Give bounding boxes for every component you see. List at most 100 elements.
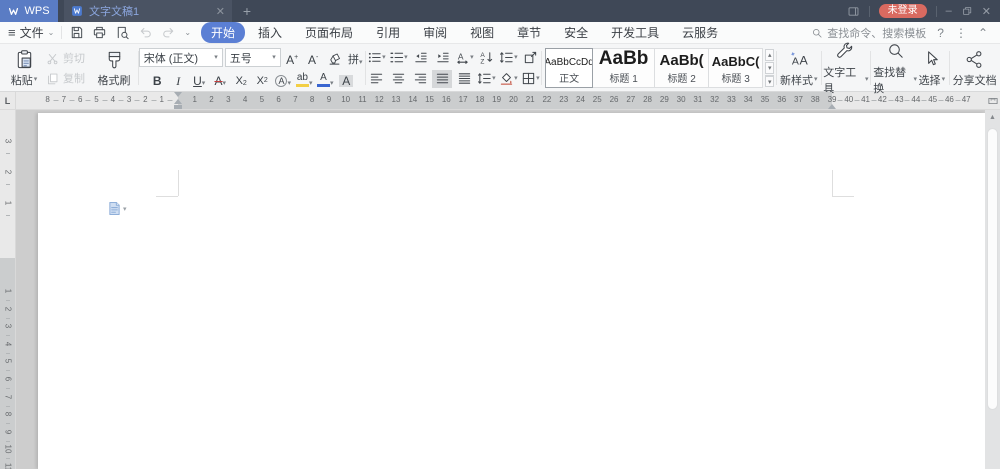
decrease-indent-button[interactable]	[410, 49, 430, 67]
find-replace-button[interactable]: 查找替换 ▾	[873, 43, 917, 95]
ribbon-tab-3[interactable]: 引用	[366, 22, 410, 43]
highlight-button[interactable]: ab ▾	[295, 70, 314, 88]
paste-button[interactable]: 粘贴 ▾	[4, 47, 44, 89]
left-indent-marker[interactable]	[174, 105, 182, 109]
select-button[interactable]: 选择 ▾	[917, 47, 947, 89]
close-button[interactable]: ✕	[982, 5, 991, 18]
vertical-scrollbar[interactable]: ▲	[985, 110, 1000, 469]
italic-button[interactable]: I	[169, 70, 188, 88]
gallery-down-icon[interactable]: ▾	[765, 62, 775, 74]
ruler-number: 5	[259, 95, 265, 104]
ribbon-tab-9[interactable]: 云服务	[672, 22, 728, 43]
align-center-button[interactable]	[388, 70, 408, 88]
wps-menu-button[interactable]: WPS	[0, 0, 58, 22]
ruler-number: 8	[309, 95, 315, 104]
style-cell-3[interactable]: AaBbC(标题 3	[709, 48, 764, 88]
find-replace-label: 查找替换	[873, 66, 907, 95]
sidebar-toggle-icon[interactable]	[847, 5, 860, 18]
titlebar: WPS 文字文稿1 ✕ + 未登录 – ✕	[0, 0, 1000, 22]
shading-button[interactable]: ▾	[498, 70, 518, 88]
bullet-list-button[interactable]: ▾	[366, 49, 386, 67]
ruler-number: 18	[475, 95, 485, 104]
tab-close-icon[interactable]: ✕	[216, 5, 225, 18]
document-tab[interactable]: 文字文稿1 ✕	[64, 0, 232, 22]
increase-font-button[interactable]: A+	[283, 49, 302, 67]
style-cell-2[interactable]: AaBb(标题 2	[655, 48, 710, 88]
paragraph-spacing-button[interactable]: ▾	[498, 49, 518, 67]
page-settings-widget[interactable]: ▾	[108, 201, 127, 216]
font-family-select[interactable]: 宋体 (正文) ▾	[138, 48, 223, 67]
ribbon-tab-7[interactable]: 安全	[554, 22, 598, 43]
new-tab-button[interactable]: +	[232, 0, 262, 22]
style-cell-1[interactable]: AaBb 标题 1	[593, 48, 656, 88]
command-search[interactable]: 查找命令、搜索模板	[811, 25, 926, 41]
scrollbar-thumb[interactable]	[987, 128, 998, 410]
maximize-button[interactable]	[961, 5, 973, 17]
font-size-select[interactable]: 五号 ▾	[224, 48, 281, 67]
undo-button[interactable]	[138, 25, 153, 40]
right-indent-marker[interactable]	[828, 104, 836, 109]
align-left-button[interactable]	[366, 70, 386, 88]
format-painter-icon	[104, 49, 125, 70]
sort-button[interactable]: AZ	[476, 49, 496, 67]
new-style-button[interactable]: AA 新样式 ▾	[779, 47, 819, 89]
share-document-button[interactable]: 分享文档	[951, 47, 998, 89]
ribbon-tab-0[interactable]: 开始	[201, 22, 246, 43]
document-page[interactable]: ▾	[38, 113, 985, 469]
print-preview-button[interactable]	[115, 25, 130, 40]
hanging-indent-marker[interactable]	[174, 99, 182, 104]
subscript-button[interactable]: X2	[253, 70, 272, 88]
horizontal-ruler[interactable]: 8 7 6 5 4 3 2 1 1 2 3 4 5 6 7 8 9 10 11 12 13 14 15 16 17 18 19 20 2…	[16, 92, 985, 110]
cut-button[interactable]: 剪切	[46, 50, 92, 66]
clear-format-button[interactable]	[325, 49, 344, 67]
ribbon-tab-2[interactable]: 页面布局	[295, 22, 363, 43]
ribbon-tab-6[interactable]: 章节	[507, 22, 551, 43]
tab-stop-selector[interactable]: L	[0, 92, 16, 110]
strikethrough-button[interactable]: A ▾	[211, 70, 230, 88]
char-shading-button[interactable]: A	[337, 70, 356, 88]
login-status-badge[interactable]: 未登录	[878, 4, 927, 18]
more-options-icon[interactable]: ⋮	[955, 26, 967, 40]
file-menu-button[interactable]: ≡ 文件 ⌄	[8, 24, 54, 41]
style-cell-0[interactable]: AaBbCcDd 正文	[545, 48, 594, 88]
bold-button[interactable]: B	[148, 70, 167, 88]
ribbon-tab-5[interactable]: 视图	[460, 22, 504, 43]
numbered-list-button[interactable]: ▾	[388, 49, 408, 67]
decrease-font-button[interactable]: A-	[304, 49, 323, 67]
clipboard-group: 粘贴 ▾ 剪切 复制 格式刷	[4, 47, 136, 89]
gallery-more-icon[interactable]: ▾	[765, 75, 775, 87]
gallery-up-icon[interactable]: ▴	[765, 49, 775, 61]
vertical-ruler[interactable]: 3 2 1 1 2 3 4 5 6 7 8 9 10 11	[0, 110, 16, 469]
redo-button[interactable]	[161, 25, 176, 40]
ribbon-tab-8[interactable]: 开发工具	[601, 22, 669, 43]
collapse-ribbon-icon[interactable]: ⌃	[978, 26, 988, 40]
format-painter-button[interactable]: 格式刷	[92, 47, 136, 89]
superscript-button[interactable]: X2	[232, 70, 251, 88]
paragraph-layout-button[interactable]	[520, 49, 540, 67]
ruler-toggle-button[interactable]	[985, 92, 1000, 110]
text-tool-button[interactable]: 文字工具 ▾	[823, 42, 868, 95]
justify-button[interactable]	[432, 69, 453, 88]
asian-layout-button[interactable]: A ▾	[454, 49, 474, 67]
borders-button[interactable]: ▾	[520, 70, 540, 88]
text-effects-button[interactable]: A ▾	[274, 70, 293, 88]
ribbon-tab-1[interactable]: 插入	[248, 22, 292, 43]
caret-down-icon: ▾	[358, 58, 363, 66]
ruler-number: 22	[542, 95, 552, 104]
distribute-button[interactable]	[454, 70, 474, 88]
align-right-button[interactable]	[410, 70, 430, 88]
qat-customize-icon[interactable]: ⌄	[184, 28, 191, 37]
increase-indent-button[interactable]	[432, 49, 452, 67]
first-line-indent-marker[interactable]	[174, 92, 182, 97]
ribbon-tab-4[interactable]: 审阅	[413, 22, 457, 43]
line-spacing-button[interactable]: ▾	[476, 70, 496, 88]
print-button[interactable]	[92, 25, 107, 40]
font-color-button[interactable]: A ▾	[316, 70, 335, 88]
help-button[interactable]: ?	[937, 26, 944, 40]
copy-button[interactable]: 复制	[46, 70, 92, 86]
pinyin-guide-button[interactable]: 拼 ▾	[346, 49, 365, 67]
save-button[interactable]	[69, 25, 84, 40]
scroll-up-button[interactable]: ▲	[985, 110, 1000, 124]
minimize-button[interactable]: –	[946, 5, 952, 17]
underline-button[interactable]: U ▾	[190, 70, 209, 88]
